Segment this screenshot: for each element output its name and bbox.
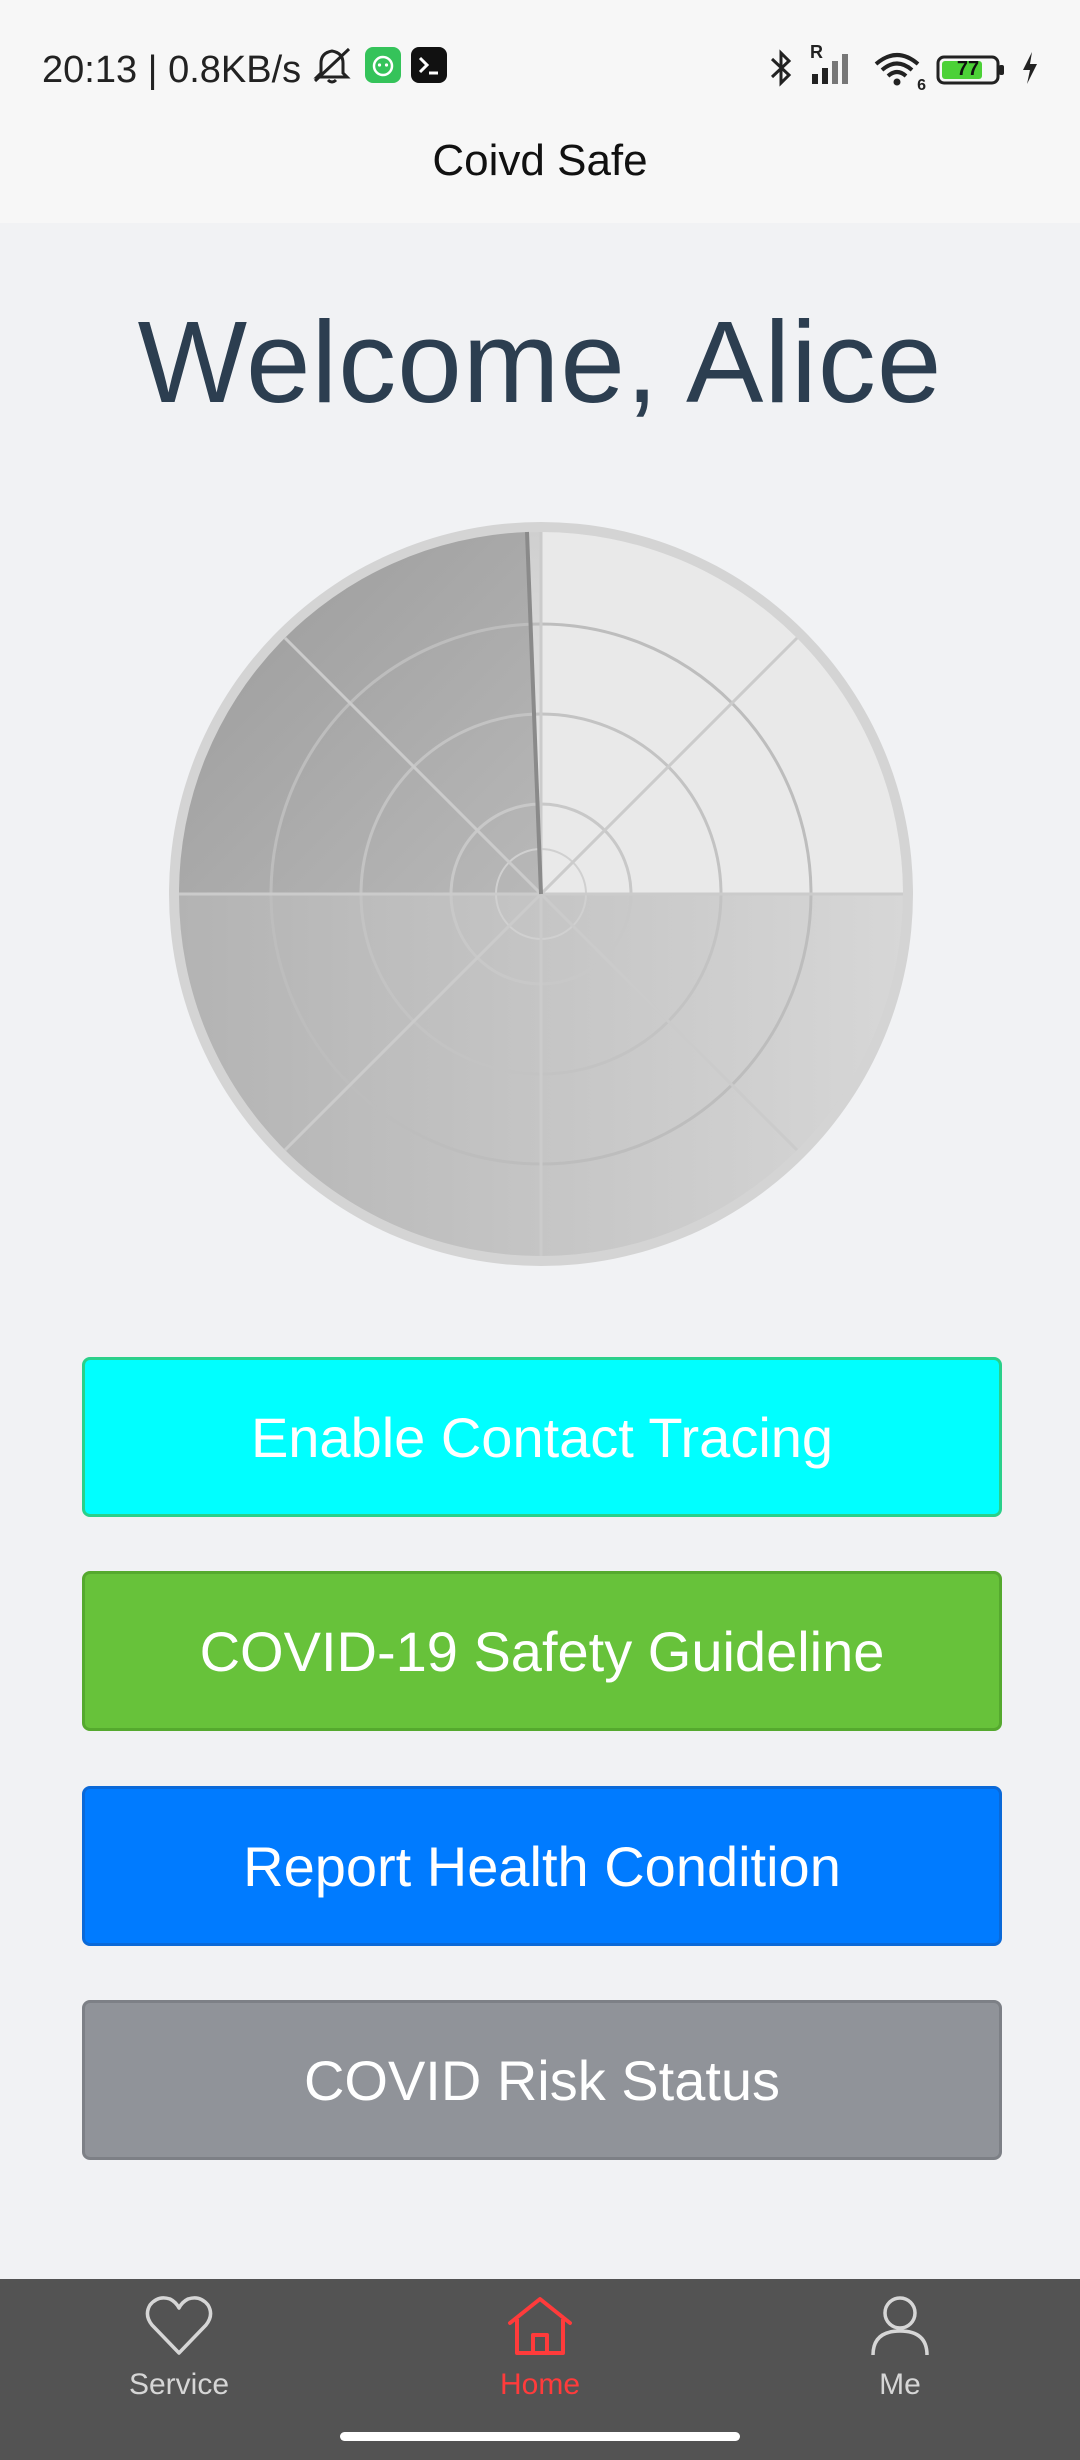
tab-home[interactable]: Home: [440, 2293, 640, 2402]
radar-icon: [165, 518, 917, 1270]
bluetooth-icon: [768, 48, 794, 93]
tab-me[interactable]: Me: [800, 2293, 1000, 2402]
enable-contact-tracing-button[interactable]: Enable Contact Tracing: [82, 1357, 1002, 1517]
covid-risk-status-button[interactable]: COVID Risk Status: [82, 2000, 1002, 2160]
home-icon: [505, 2293, 575, 2364]
tab-service-label: Service: [128, 2368, 230, 2401]
terminal-app-icon: [411, 47, 448, 93]
cat-app-icon: [365, 47, 402, 93]
status-time: 20:13 | 0.8KB/s: [42, 48, 302, 91]
report-health-condition-button[interactable]: Report Health Condition: [82, 1786, 1002, 1946]
home-indicator: [340, 2432, 740, 2441]
app-bar: Coivd Safe: [0, 135, 1080, 223]
wifi-label: 6: [917, 76, 926, 94]
signal-label: R: [810, 41, 823, 62]
heart-icon: [144, 2293, 214, 2364]
battery-icon: 77: [936, 54, 1006, 86]
tab-home-label: Home: [499, 2368, 581, 2401]
tab-service[interactable]: Service: [79, 2293, 279, 2402]
signal-icon: R: [808, 42, 858, 93]
mute-icon: [311, 45, 355, 95]
status-right: R 6 77: [768, 42, 1040, 98]
status-bar: 20:13 | 0.8KB/s R 6 77: [0, 0, 1080, 135]
status-left: 20:13 | 0.8KB/s: [42, 42, 448, 98]
safety-guideline-button[interactable]: COVID-19 Safety Guideline: [82, 1571, 1002, 1731]
user-icon: [865, 2293, 935, 2364]
charging-icon: [1020, 50, 1040, 91]
battery-level: 77: [956, 58, 980, 80]
wifi-icon: 6: [872, 48, 926, 94]
welcome-heading: Welcome, Alice: [137, 297, 943, 427]
app-title: Coivd Safe: [432, 136, 648, 185]
tab-me-label: Me: [879, 2368, 921, 2401]
